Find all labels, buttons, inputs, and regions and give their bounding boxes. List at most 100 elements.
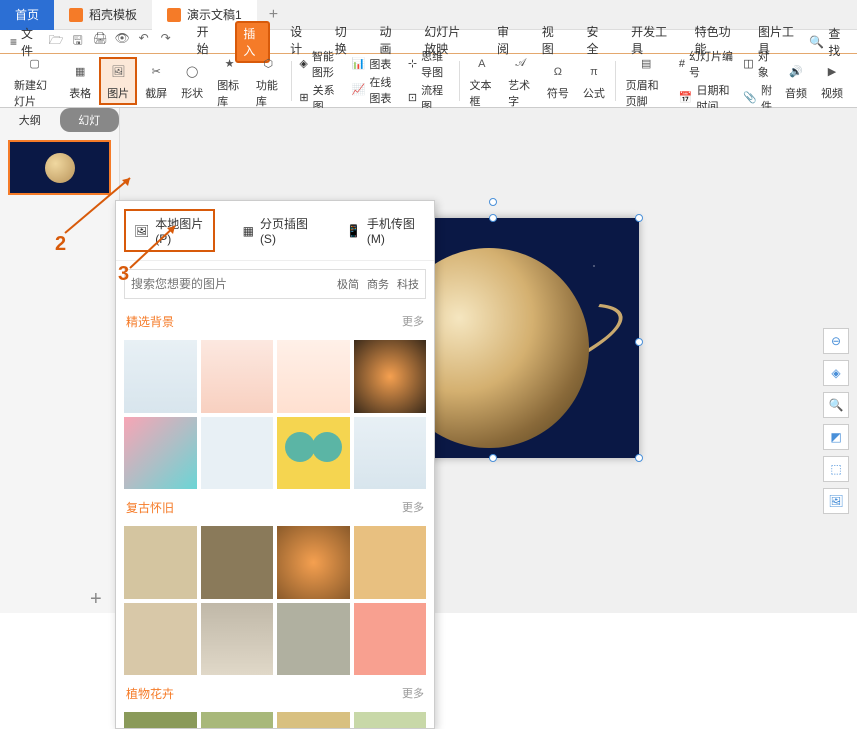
- undo-icon[interactable]: ↶: [137, 31, 151, 52]
- shape-icon: ◯: [181, 61, 203, 83]
- attach-icon: 📎: [743, 91, 757, 104]
- ribbon-newslide[interactable]: ▢新建幻灯片: [8, 51, 61, 111]
- more-featured[interactable]: 更多: [402, 313, 424, 330]
- ribbon-screenshot[interactable]: ✂截屏: [139, 59, 173, 103]
- handle-tr[interactable]: [635, 214, 643, 222]
- menu-view[interactable]: 视图: [536, 21, 567, 63]
- bg-image-4[interactable]: [354, 340, 427, 413]
- handle-br[interactable]: [635, 454, 643, 462]
- plant-image-4[interactable]: [354, 712, 427, 728]
- plant-image-1[interactable]: [124, 712, 197, 728]
- tool-zoom-out[interactable]: ⊖: [823, 328, 849, 354]
- tool-select[interactable]: ⬚: [823, 456, 849, 482]
- table-icon: ▦: [69, 61, 91, 83]
- handle-b[interactable]: [489, 454, 497, 462]
- annotation-2: 2: [55, 233, 66, 256]
- tab-template[interactable]: 稻壳模板: [54, 0, 152, 30]
- tag-tech[interactable]: 科技: [397, 276, 419, 292]
- tool-zoom-in[interactable]: 🔍: [823, 392, 849, 418]
- more-retro[interactable]: 更多: [402, 499, 424, 516]
- ribbon-textbox[interactable]: A文本框: [463, 51, 500, 111]
- panel-tab-outline[interactable]: 大纲: [0, 108, 60, 132]
- panel-tab-slides[interactable]: 幻灯: [60, 108, 120, 132]
- tool-export[interactable]: 🖼: [823, 488, 849, 514]
- bg-image-6[interactable]: [201, 417, 274, 490]
- retro-image-8[interactable]: [354, 603, 427, 676]
- handle-t[interactable]: [489, 214, 497, 222]
- section-featured: 精选背景: [126, 313, 174, 330]
- bg-image-5[interactable]: [124, 417, 197, 490]
- doc-icon: [167, 8, 181, 22]
- redo-icon[interactable]: ↷: [159, 31, 173, 52]
- section-plants: 植物花卉: [126, 685, 174, 702]
- ribbon-smartart[interactable]: ◈智能图形: [299, 48, 341, 80]
- bg-image-2[interactable]: [201, 340, 274, 413]
- ribbon-shape[interactable]: ◯形状: [175, 59, 209, 103]
- ribbon-funclib[interactable]: ⬡功能库: [250, 51, 287, 111]
- audio-icon: 🔊: [785, 61, 807, 83]
- print-icon[interactable]: 🖨: [93, 31, 107, 52]
- ribbon-formula[interactable]: π公式: [577, 59, 611, 103]
- add-slide-button[interactable]: +: [90, 588, 102, 611]
- bg-image-1[interactable]: [124, 340, 197, 413]
- image-search-input[interactable]: [125, 270, 331, 298]
- save-icon[interactable]: 🖫: [71, 31, 85, 52]
- ribbon-symbol[interactable]: Ω符号: [541, 59, 575, 103]
- ribbon-audio[interactable]: 🔊音频: [779, 59, 813, 103]
- bg-image-8[interactable]: [354, 417, 427, 490]
- bg-image-7[interactable]: [277, 417, 350, 490]
- screenshot-icon: ✂: [145, 61, 167, 83]
- dd-paged-image[interactable]: ▦分页插图(S): [235, 209, 318, 252]
- retro-image-2[interactable]: [201, 526, 274, 599]
- ribbon-chart[interactable]: 📊图表: [352, 56, 398, 72]
- ribbon-mindmap[interactable]: ⊹思维导图: [408, 48, 451, 80]
- chart-icon: 📊: [352, 57, 366, 70]
- handle-rotate[interactable]: [489, 198, 497, 206]
- ribbon-video[interactable]: ▶视频: [815, 59, 849, 103]
- ribbon-slidenum[interactable]: #幻灯片编号: [679, 48, 733, 80]
- ribbon-headerfooter[interactable]: ▤页眉和页脚: [620, 51, 673, 111]
- iconlib-icon: ★: [219, 53, 241, 75]
- retro-image-1[interactable]: [124, 526, 197, 599]
- paged-icon: ▦: [243, 224, 254, 238]
- flowchart-icon: ⊡: [408, 91, 417, 104]
- newslide-icon: ▢: [24, 53, 46, 75]
- retro-image-5[interactable]: [124, 603, 197, 676]
- image-icon: 🖼: [107, 61, 129, 83]
- plant-image-3[interactable]: [277, 712, 350, 728]
- retro-image-3[interactable]: [277, 526, 350, 599]
- object-icon: ◫: [743, 57, 753, 70]
- annotation-3: 3: [118, 263, 129, 286]
- onlinechart-icon: 📈: [352, 83, 366, 96]
- retro-image-6[interactable]: [201, 603, 274, 676]
- tag-business[interactable]: 商务: [367, 276, 389, 292]
- bg-image-3[interactable]: [277, 340, 350, 413]
- ribbon-onlinechart[interactable]: 📈在线图表: [352, 74, 398, 106]
- ribbon-object[interactable]: ◫对象: [743, 48, 773, 80]
- more-plants[interactable]: 更多: [402, 685, 424, 702]
- textbox-icon: A: [471, 53, 493, 75]
- relchart-icon: ⊞: [299, 91, 308, 104]
- search-button[interactable]: 🔍 查找: [809, 25, 847, 59]
- retro-image-7[interactable]: [277, 603, 350, 676]
- ribbon-iconlib[interactable]: ★图标库: [211, 51, 248, 111]
- symbol-icon: Ω: [547, 61, 569, 83]
- ribbon-wordart[interactable]: 𝒜艺术字: [502, 51, 539, 111]
- section-retro: 复古怀旧: [126, 499, 174, 516]
- plant-image-2[interactable]: [201, 712, 274, 728]
- tag-minimal[interactable]: 极简: [337, 276, 359, 292]
- image-dropdown: 🖼本地图片(P) ▦分页插图(S) 📱手机传图(M) 极简 商务 科技 精选背景…: [115, 200, 435, 729]
- preview-icon[interactable]: 👁: [115, 31, 129, 52]
- tool-layers[interactable]: ◈: [823, 360, 849, 386]
- ribbon-image[interactable]: 🖼图片: [99, 57, 137, 105]
- tool-crop[interactable]: ◩: [823, 424, 849, 450]
- dd-mobile-image[interactable]: 📱手机传图(M): [338, 209, 426, 252]
- retro-image-4[interactable]: [354, 526, 427, 599]
- open-icon[interactable]: 🗁: [49, 31, 63, 52]
- ribbon-table[interactable]: ▦表格: [63, 59, 97, 103]
- handle-r[interactable]: [635, 338, 643, 346]
- slidenum-icon: #: [679, 58, 685, 70]
- template-icon: [69, 8, 83, 22]
- menu-security[interactable]: 安全: [580, 21, 611, 63]
- arrow-2: [125, 218, 185, 273]
